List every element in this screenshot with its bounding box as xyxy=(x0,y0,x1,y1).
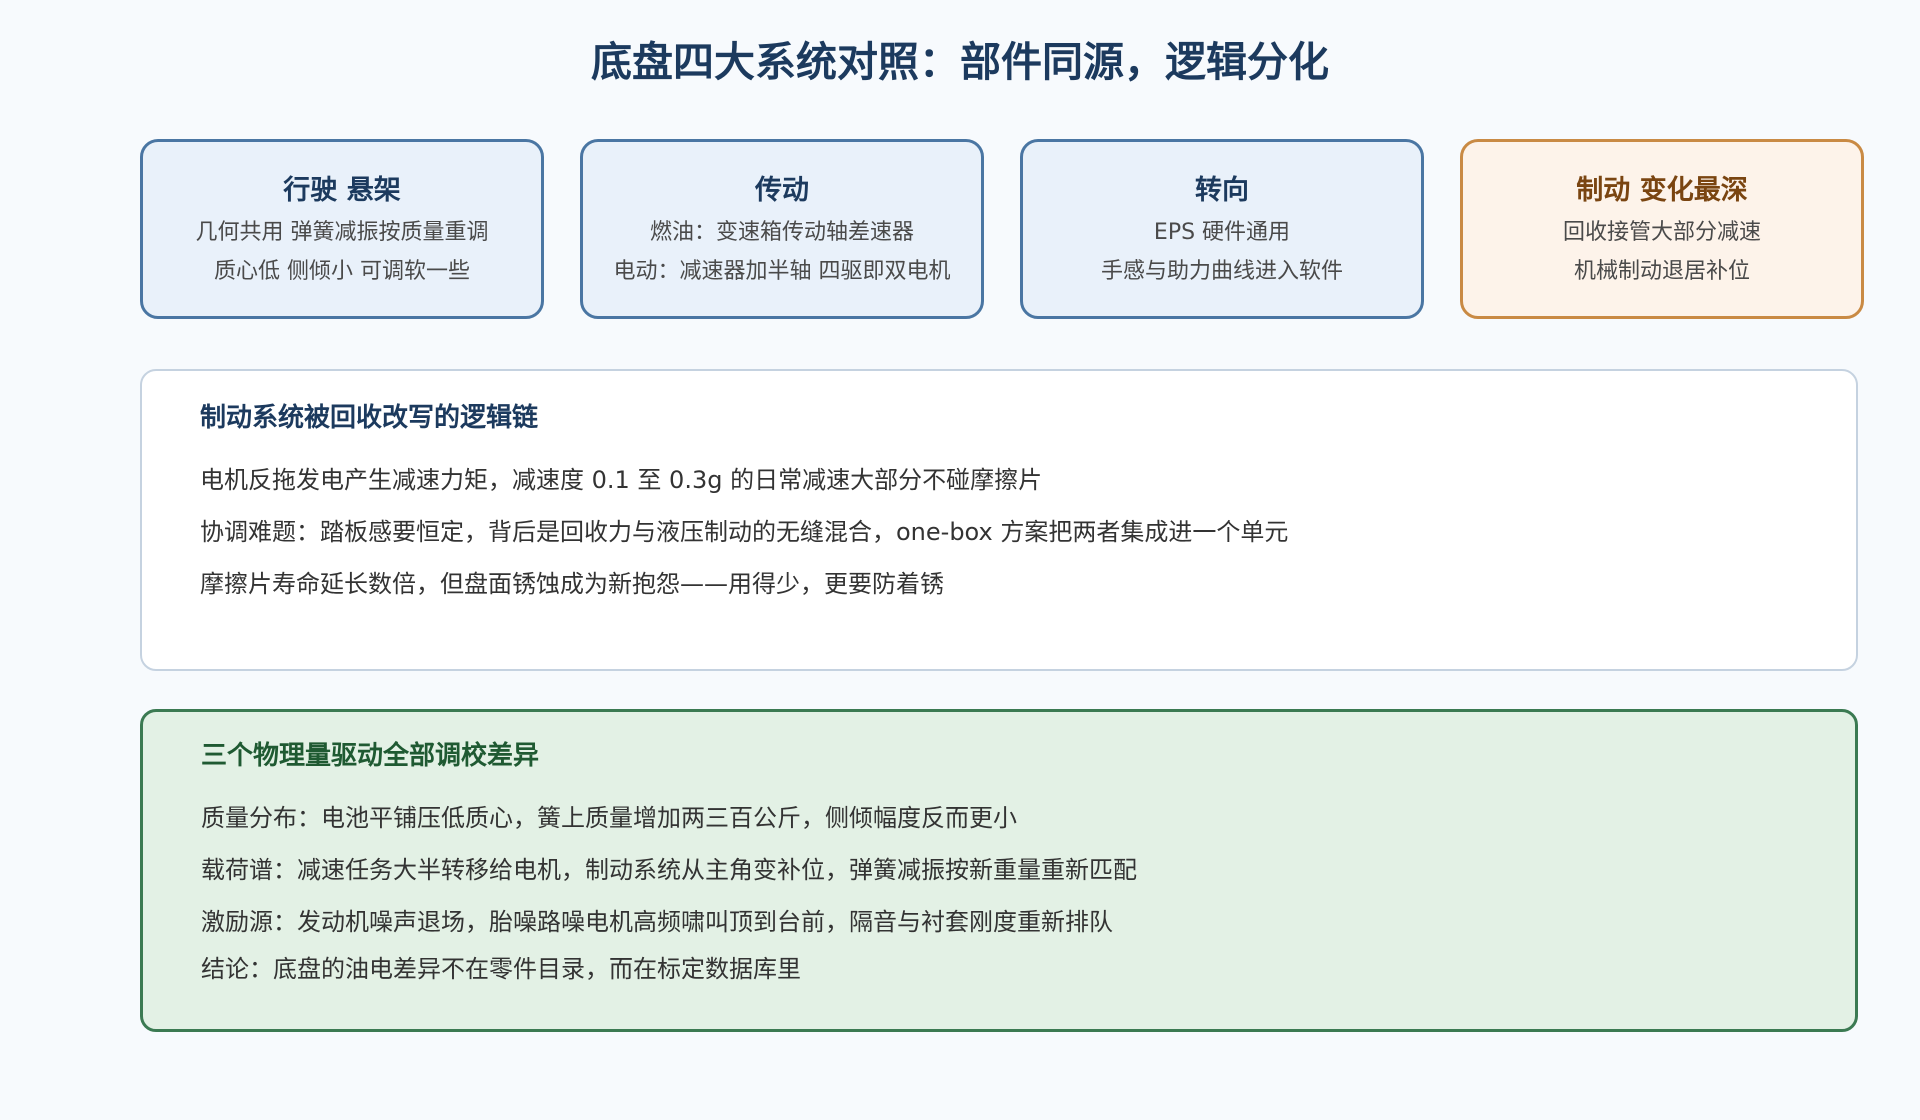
system-card-braking: 制动 变化最深 回收接管大部分减速 机械制动退居补位 xyxy=(1460,139,1864,319)
panel-line: 载荷谱：减速任务大半转移给电机，制动系统从主角变补位，弹簧减振按新重量重新匹配 xyxy=(201,856,1137,884)
card-line: 质心低 侧倾小 可调软一些 xyxy=(214,259,470,284)
card-line: 机械制动退居补位 xyxy=(1573,259,1750,284)
conclusion-text: 结论：底盘的油电差异不在零件目录，而在标定数据库里 xyxy=(201,955,801,983)
physics-panel: 三个物理量驱动全部调校差异 质量分布：电池平铺压低质心，簧上质量增加两三百公斤，… xyxy=(140,709,1858,1032)
panel-line: 质量分布：电池平铺压低质心，簧上质量增加两三百公斤，侧倾幅度反而更小 xyxy=(201,804,1017,832)
card-line: 手感与助力曲线进入软件 xyxy=(1100,259,1343,284)
panel-line: 电机反拖发电产生减速力矩，减速度 0.1 至 0.3g 的日常减速大部分不碰摩擦… xyxy=(200,466,1043,494)
card-title: 行驶 悬架 xyxy=(283,175,401,206)
panel-lines: 质量分布：电池平铺压低质心，簧上质量增加两三百公斤，侧倾幅度反而更小 载荷谱：减… xyxy=(201,792,1815,948)
card-title: 传动 xyxy=(755,175,809,206)
card-line: 回收接管大部分减速 xyxy=(1562,220,1761,245)
card-line: EPS 硬件通用 xyxy=(1153,220,1291,245)
panel-title: 制动系统被回收改写的逻辑链 xyxy=(200,403,539,433)
system-card-suspension: 行驶 悬架 几何共用 弹簧减振按质量重调 质心低 侧倾小 可调软一些 xyxy=(140,139,544,319)
system-card-steering: 转向 EPS 硬件通用 手感与助力曲线进入软件 xyxy=(1020,139,1424,319)
page-title: 底盘四大系统对照：部件同源，逻辑分化 xyxy=(591,38,1329,86)
systems-row: 行驶 悬架 几何共用 弹簧减振按质量重调 质心低 侧倾小 可调软一些 传动 燃油… xyxy=(140,139,1864,319)
panel-line: 摩擦片寿命延长数倍，但盘面锈蚀成为新抱怨——用得少，更要防着锈 xyxy=(200,570,944,598)
card-title: 制动 变化最深 xyxy=(1576,175,1748,206)
panel-title: 三个物理量驱动全部调校差异 xyxy=(201,741,540,771)
panel-line: 激励源：发动机噪声退场，胎噪路噪电机高频啸叫顶到台前，隔音与衬套刚度重新排队 xyxy=(201,908,1113,936)
card-line: 燃油：变速箱传动轴差速器 xyxy=(649,220,914,245)
card-line: 几何共用 弹簧减振按质量重调 xyxy=(195,220,489,245)
card-line: 电动：减速器加半轴 四驱即双电机 xyxy=(613,259,951,284)
panel-lines: 电机反拖发电产生减速力矩，减速度 0.1 至 0.3g 的日常减速大部分不碰摩擦… xyxy=(200,454,1816,610)
braking-logic-panel: 制动系统被回收改写的逻辑链 电机反拖发电产生减速力矩，减速度 0.1 至 0.3… xyxy=(140,369,1858,671)
panel-line: 协调难题：踏板感要恒定，背后是回收力与液压制动的无缝混合，one-box 方案把… xyxy=(200,518,1289,546)
card-title: 转向 xyxy=(1195,175,1249,206)
system-card-drivetrain: 传动 燃油：变速箱传动轴差速器 电动：减速器加半轴 四驱即双电机 xyxy=(580,139,984,319)
